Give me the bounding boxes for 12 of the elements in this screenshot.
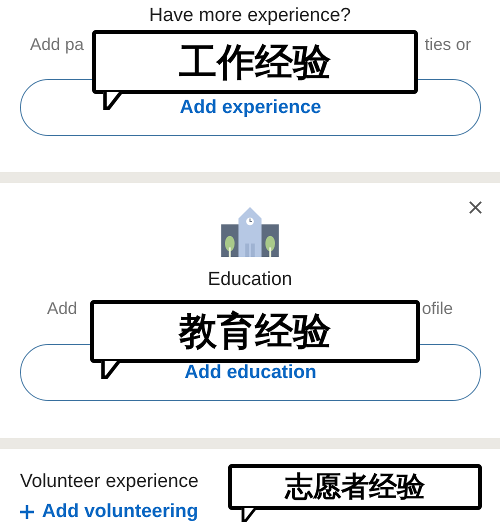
- plus-icon: [20, 504, 34, 518]
- description-text: ofile: [422, 298, 453, 320]
- close-icon[interactable]: [468, 200, 483, 215]
- description-text: Add: [47, 298, 78, 320]
- description-text: Add pa: [30, 34, 84, 56]
- school-building-icon: [221, 207, 279, 257]
- section-title: Volunteer experience: [20, 470, 199, 494]
- description-text: ties or: [424, 34, 471, 56]
- section-title: Have more experience?: [148, 4, 352, 28]
- add-link[interactable]: Add volunteering: [20, 501, 198, 522]
- section-title: Education: [206, 268, 294, 292]
- callout-text: 志愿者经验: [285, 469, 425, 505]
